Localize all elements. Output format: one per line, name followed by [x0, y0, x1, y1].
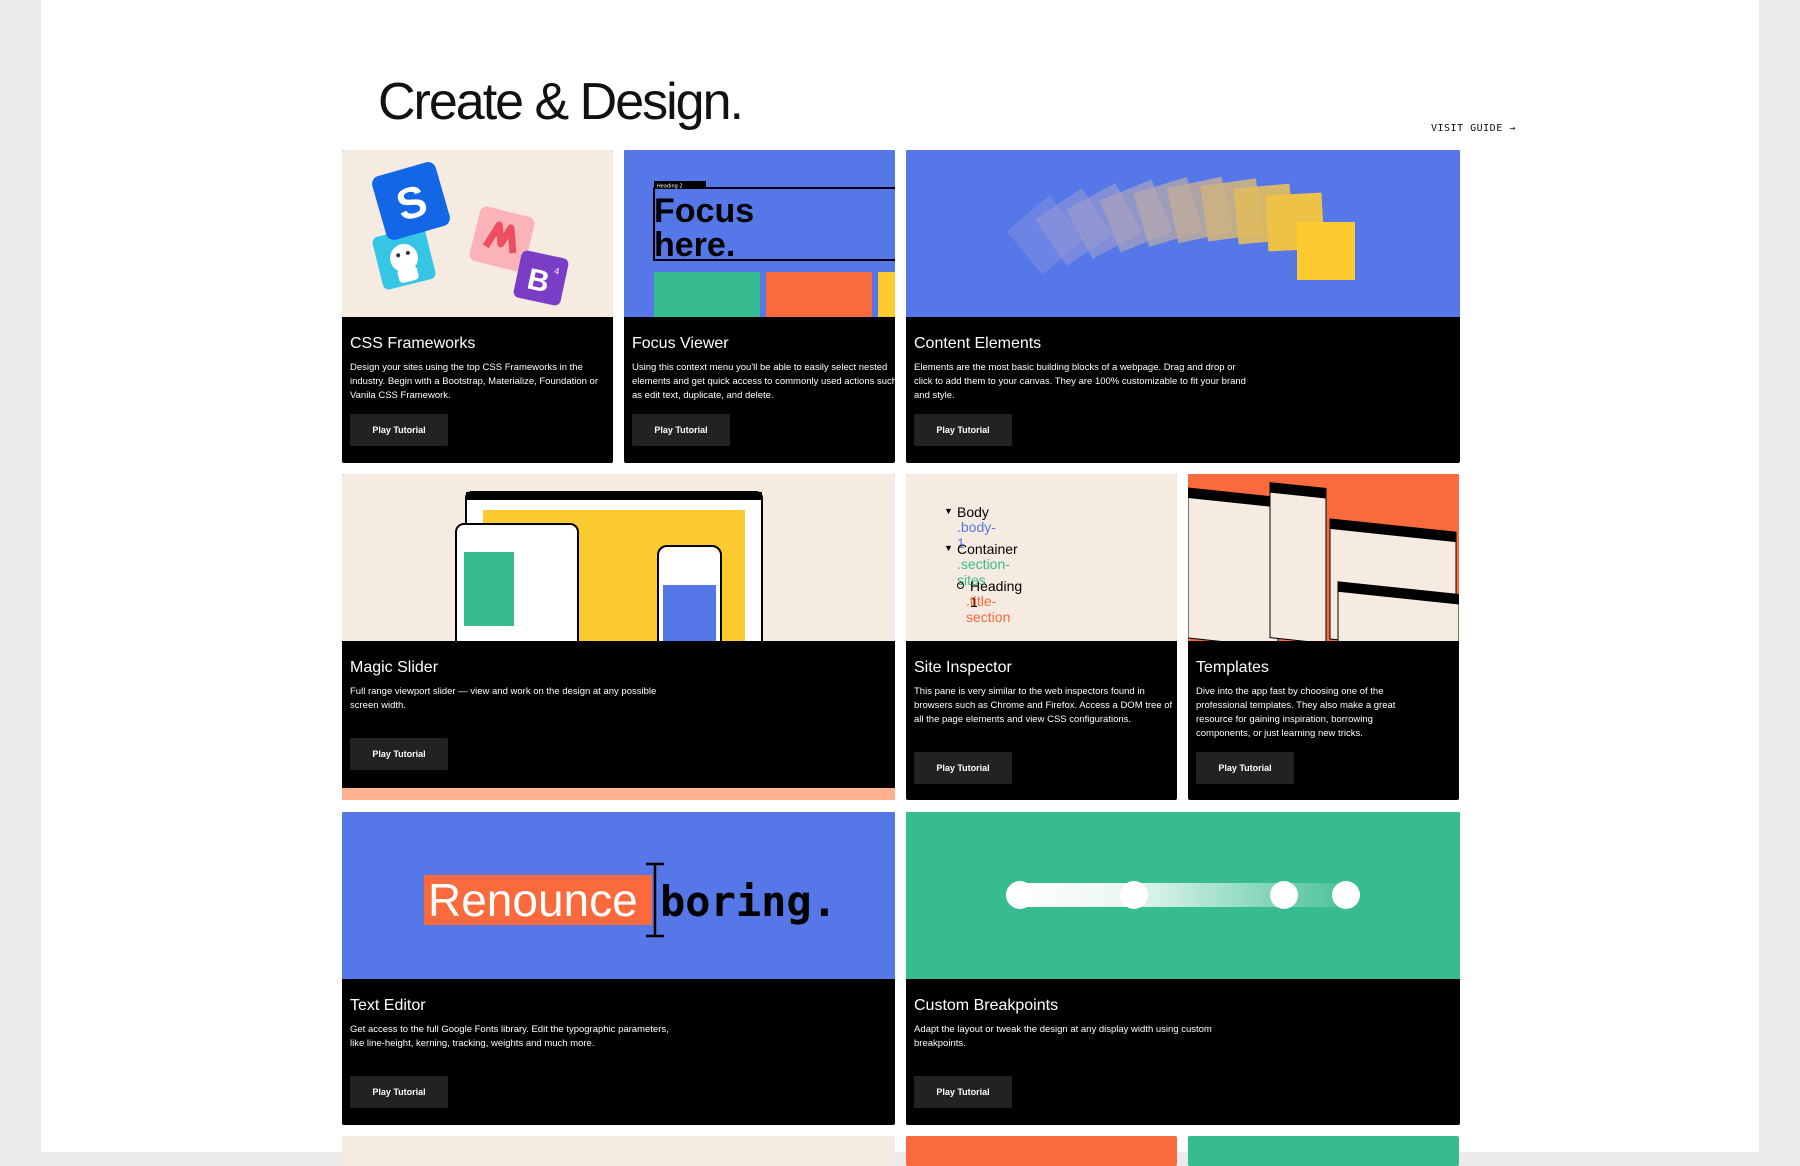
templates-illustration	[1188, 482, 1459, 641]
yellow-square	[1297, 222, 1355, 280]
slider-track[interactable]	[342, 788, 895, 800]
play-tutorial-button[interactable]: Play Tutorial	[914, 414, 1012, 446]
expand-triangle-icon: ▼	[944, 543, 953, 553]
card-title: Custom Breakpoints	[914, 997, 1059, 1014]
magic-slider-hero	[342, 474, 895, 641]
text-editor-hero: Renounce boring.	[342, 812, 895, 979]
card-css-frameworks: S B 4 CSS Frameworks Design your sites u…	[342, 150, 613, 463]
card-title: Templates	[1196, 659, 1269, 676]
card-title: Focus Viewer	[632, 335, 729, 352]
play-tutorial-button[interactable]: Play Tutorial	[632, 414, 730, 446]
card-description: This pane is very similar to the web ins…	[914, 686, 1173, 725]
breakpoint-handle	[1120, 881, 1148, 909]
breakpoint-handle	[1270, 881, 1298, 909]
card-title: Content Elements	[914, 335, 1042, 352]
play-tutorial-button[interactable]: Play Tutorial	[914, 752, 1012, 784]
site-inspector-hero: ▼ Body .body-1 ▼ Container .section-site…	[906, 474, 1177, 641]
page-title: Create & Design.	[378, 73, 744, 131]
card-title: Magic Slider	[350, 659, 439, 676]
svg-text:Renounce: Renounce	[428, 874, 638, 926]
svg-text:Focus: Focus	[654, 192, 754, 230]
card-templates: Templates Dive into the app fast by choo…	[1188, 474, 1459, 800]
custom-breakpoints-illustration	[1006, 881, 1360, 909]
card-text-editor: Renounce boring. Text Editor Get access …	[342, 812, 895, 1125]
card-next-row-2	[906, 1136, 1177, 1166]
card-focus-viewer: Heading 2 Focus here. Focus Viewer Using…	[624, 150, 895, 463]
card-content-elements: Content Elements Elements are the most b…	[906, 150, 1460, 463]
breakpoint-handle	[1006, 881, 1034, 909]
visit-guide-link[interactable]: VISIT GUIDE →	[1431, 123, 1516, 134]
templates-hero	[1188, 474, 1459, 641]
content-elements-illustration	[1006, 176, 1355, 280]
card-description: Using this context menu you'll be able t…	[632, 362, 895, 401]
magic-slider-illustration	[455, 491, 763, 641]
css-frameworks-illustration: S B 4	[372, 162, 569, 306]
card-description: Adapt the layout or tweak the design at …	[914, 1024, 1212, 1049]
stylus-logo-icon: S	[372, 162, 450, 240]
text-editor-illustration: Renounce boring.	[424, 862, 837, 938]
play-tutorial-button[interactable]: Play Tutorial	[1196, 752, 1294, 784]
card-description: Full range viewport slider — view and wo…	[350, 686, 657, 711]
card-description: Elements are the most basic building blo…	[914, 362, 1246, 401]
card-description: Design your sites using the top CSS Fram…	[350, 362, 599, 401]
leaf-node-icon	[957, 582, 964, 589]
content-elements-hero	[906, 150, 1460, 317]
breakpoint-handle	[1332, 881, 1360, 909]
card-next-row-1	[342, 1136, 895, 1166]
card-custom-breakpoints: Custom Breakpoints Adapt the layout or t…	[906, 812, 1460, 1125]
card-title: Text Editor	[350, 997, 426, 1014]
svg-text:Heading 2: Heading 2	[657, 184, 683, 190]
expand-triangle-icon: ▼	[944, 506, 953, 516]
custom-breakpoints-hero	[906, 812, 1460, 979]
css-frameworks-hero: S B 4	[342, 150, 613, 317]
page-container: Create & Design. VISIT GUIDE →	[41, 0, 1759, 1152]
card-description: Get access to the full Google Fonts libr…	[350, 1024, 669, 1049]
card-next-row-3	[1188, 1136, 1459, 1166]
svg-text:boring.: boring.	[660, 877, 837, 926]
card-magic-slider: Magic Slider Full range viewport slider …	[342, 474, 895, 800]
focus-viewer-illustration: Heading 2 Focus here.	[653, 181, 895, 317]
bootstrap-logo-icon: B 4	[513, 250, 569, 306]
play-tutorial-button[interactable]: Play Tutorial	[914, 1076, 1012, 1108]
card-title: CSS Frameworks	[350, 335, 476, 352]
card-site-inspector: ▼ Body .body-1 ▼ Container .section-site…	[906, 474, 1177, 800]
card-title: Site Inspector	[914, 659, 1012, 676]
play-tutorial-button[interactable]: Play Tutorial	[350, 414, 448, 446]
card-description: Dive into the app fast by choosing one o…	[1196, 686, 1396, 739]
svg-text:here.: here.	[654, 226, 735, 264]
focus-viewer-hero: Heading 2 Focus here.	[624, 150, 895, 317]
play-tutorial-button[interactable]: Play Tutorial	[350, 738, 448, 770]
play-tutorial-button[interactable]: Play Tutorial	[350, 1076, 448, 1108]
